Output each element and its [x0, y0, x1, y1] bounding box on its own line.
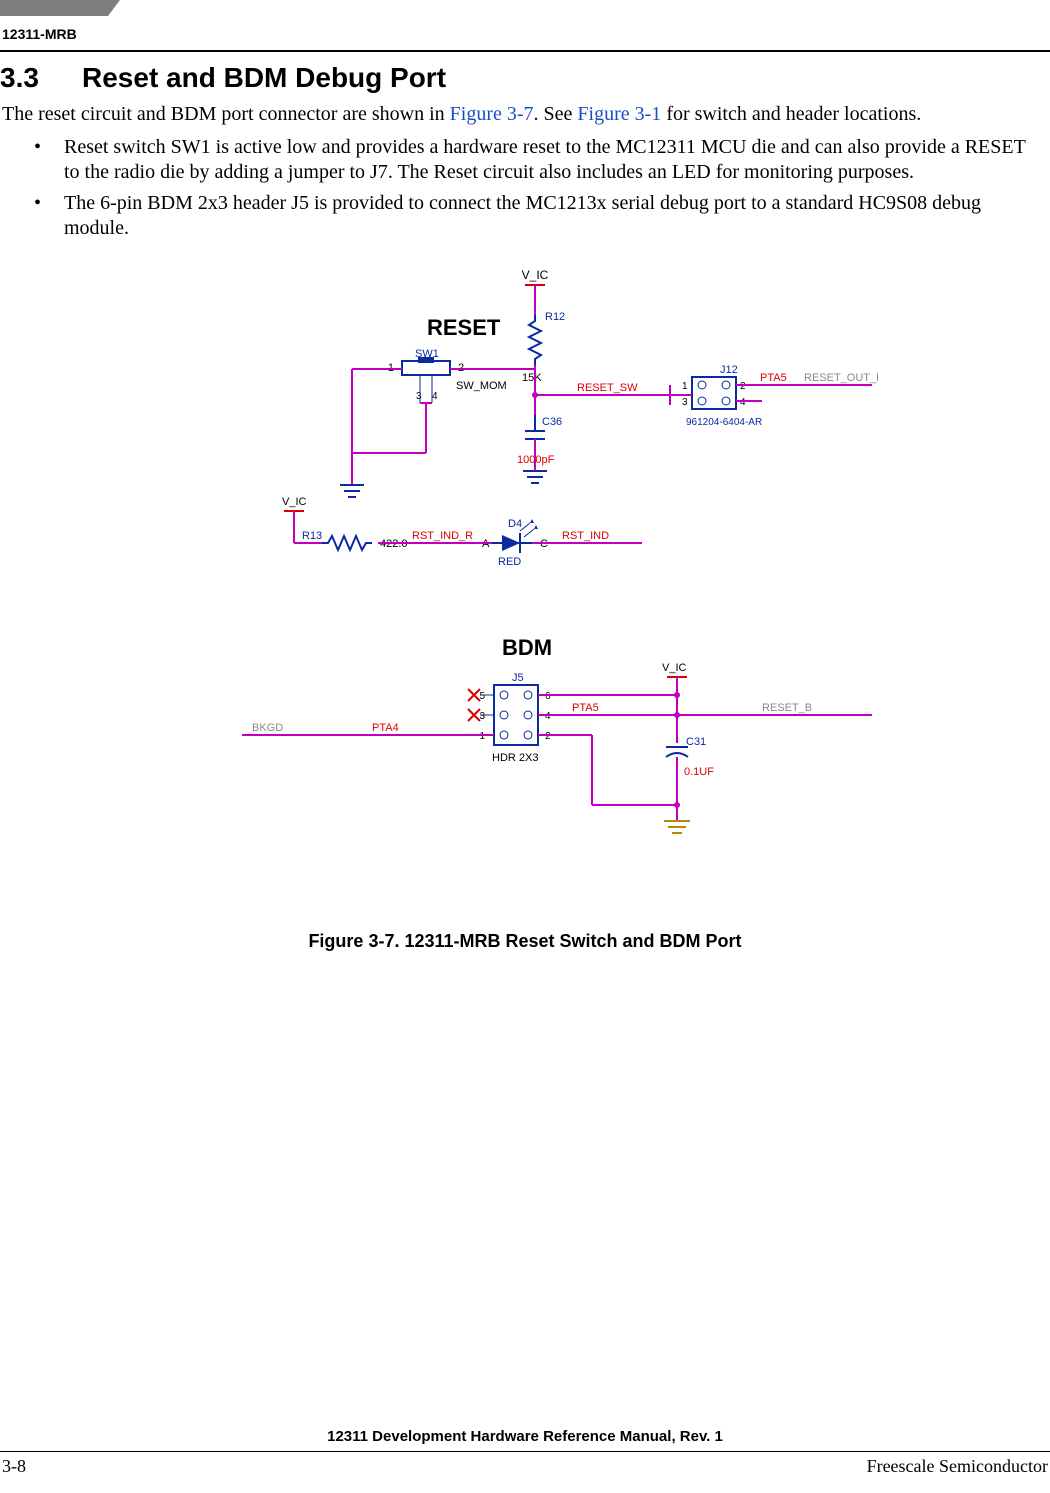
bullet-list: Reset switch SW1 is active low and provi…	[0, 135, 1050, 241]
label-j5-p4: 4	[545, 711, 551, 722]
net-rst-ind: RST_IND	[562, 530, 609, 542]
ground-icon	[664, 821, 690, 833]
xref-figure-3-1[interactable]: Figure 3-1	[577, 103, 661, 125]
label-j12-p2: 2	[740, 381, 746, 392]
net-reset-out-b: RESET_OUT_B	[804, 372, 878, 384]
label-vic-top: V_IC	[522, 268, 549, 282]
xref-figure-3-7[interactable]: Figure 3-7	[450, 103, 534, 125]
section-heading: 3.3Reset and BDM Debug Port	[0, 62, 1050, 94]
label-bdm-vic: V_IC	[662, 662, 687, 674]
intro-text-mid: . See	[534, 103, 578, 125]
label-j5-p2: 2	[545, 731, 551, 742]
page-tab-decoration	[0, 0, 120, 16]
footer-rule	[0, 1451, 1050, 1452]
page-content: 12311-MRB 3.3Reset and BDM Debug Port Th…	[0, 0, 1050, 952]
label-j5-p1: 1	[479, 731, 485, 742]
page-footer: 12311 Development Hardware Reference Man…	[0, 1428, 1050, 1477]
label-j12-p1: 1	[682, 381, 688, 392]
label-sw-mom: SW_MOM	[456, 380, 507, 392]
list-item: Reset switch SW1 is active low and provi…	[64, 135, 1042, 185]
label-j12-p3: 3	[682, 397, 688, 408]
label-sw1-p4: 4	[432, 391, 438, 402]
page-number: 3-8	[2, 1456, 26, 1477]
ground-icon	[340, 485, 364, 497]
figure-caption: Figure 3-7. 12311-MRB Reset Switch and B…	[172, 931, 878, 952]
net-reset-b: RESET_B	[762, 702, 812, 714]
label-hdr: HDR 2X3	[492, 752, 538, 764]
running-header: 12311-MRB	[2, 26, 1050, 42]
net-bkgd: BKGD	[252, 722, 283, 734]
intro-text-post: for switch and header locations.	[661, 103, 921, 125]
section-number: 3.3	[0, 62, 82, 94]
intro-paragraph: The reset circuit and BDM port connector…	[2, 102, 1048, 127]
label-c31: C31	[686, 736, 706, 748]
header-rule	[0, 50, 1050, 52]
ground-icon	[523, 465, 587, 483]
list-item: The 6-pin BDM 2x3 header J5 is provided …	[64, 191, 1042, 241]
net-rst-ind-r: RST_IND_R	[412, 530, 473, 542]
label-c31-val: 0.1UF	[684, 766, 714, 778]
label-j12: J12	[720, 364, 738, 376]
section-title: Reset and BDM Debug Port	[82, 62, 446, 93]
bdm-title: BDM	[502, 635, 552, 660]
figure-3-7: RESET V_IC R12 15K SW1 1 2 3 4 SW_MOM	[172, 265, 878, 952]
label-j5: J5	[512, 672, 524, 684]
intro-text-pre: The reset circuit and BDM port connector…	[2, 103, 450, 125]
nc-icon	[468, 689, 480, 721]
label-r12: R12	[545, 311, 565, 323]
label-j5-p6: 6	[545, 691, 551, 702]
label-j12-part: 961204-6404-AR	[686, 417, 762, 428]
net-pta4: PTA4	[372, 722, 399, 734]
schematic-svg: RESET V_IC R12 15K SW1 1 2 3 4 SW_MOM	[172, 265, 878, 885]
footer-doc-title: 12311 Development Hardware Reference Man…	[0, 1428, 1050, 1445]
net-reset-sw: RESET_SW	[577, 382, 638, 394]
label-vic-left: V_IC	[282, 496, 307, 508]
label-d4: D4	[508, 518, 522, 530]
label-r12-val: 15K	[522, 372, 542, 384]
reset-title: RESET	[427, 315, 501, 340]
label-sw1-p3: 3	[416, 391, 422, 402]
net-pta5: PTA5	[760, 372, 787, 384]
label-c36: C36	[542, 416, 562, 428]
label-j12-p4: 4	[740, 397, 746, 408]
label-r13: R13	[302, 530, 322, 542]
label-d4-red: RED	[498, 556, 521, 568]
footer-company: Freescale Semiconductor	[867, 1456, 1048, 1477]
net-bdm-pta5: PTA5	[572, 702, 599, 714]
